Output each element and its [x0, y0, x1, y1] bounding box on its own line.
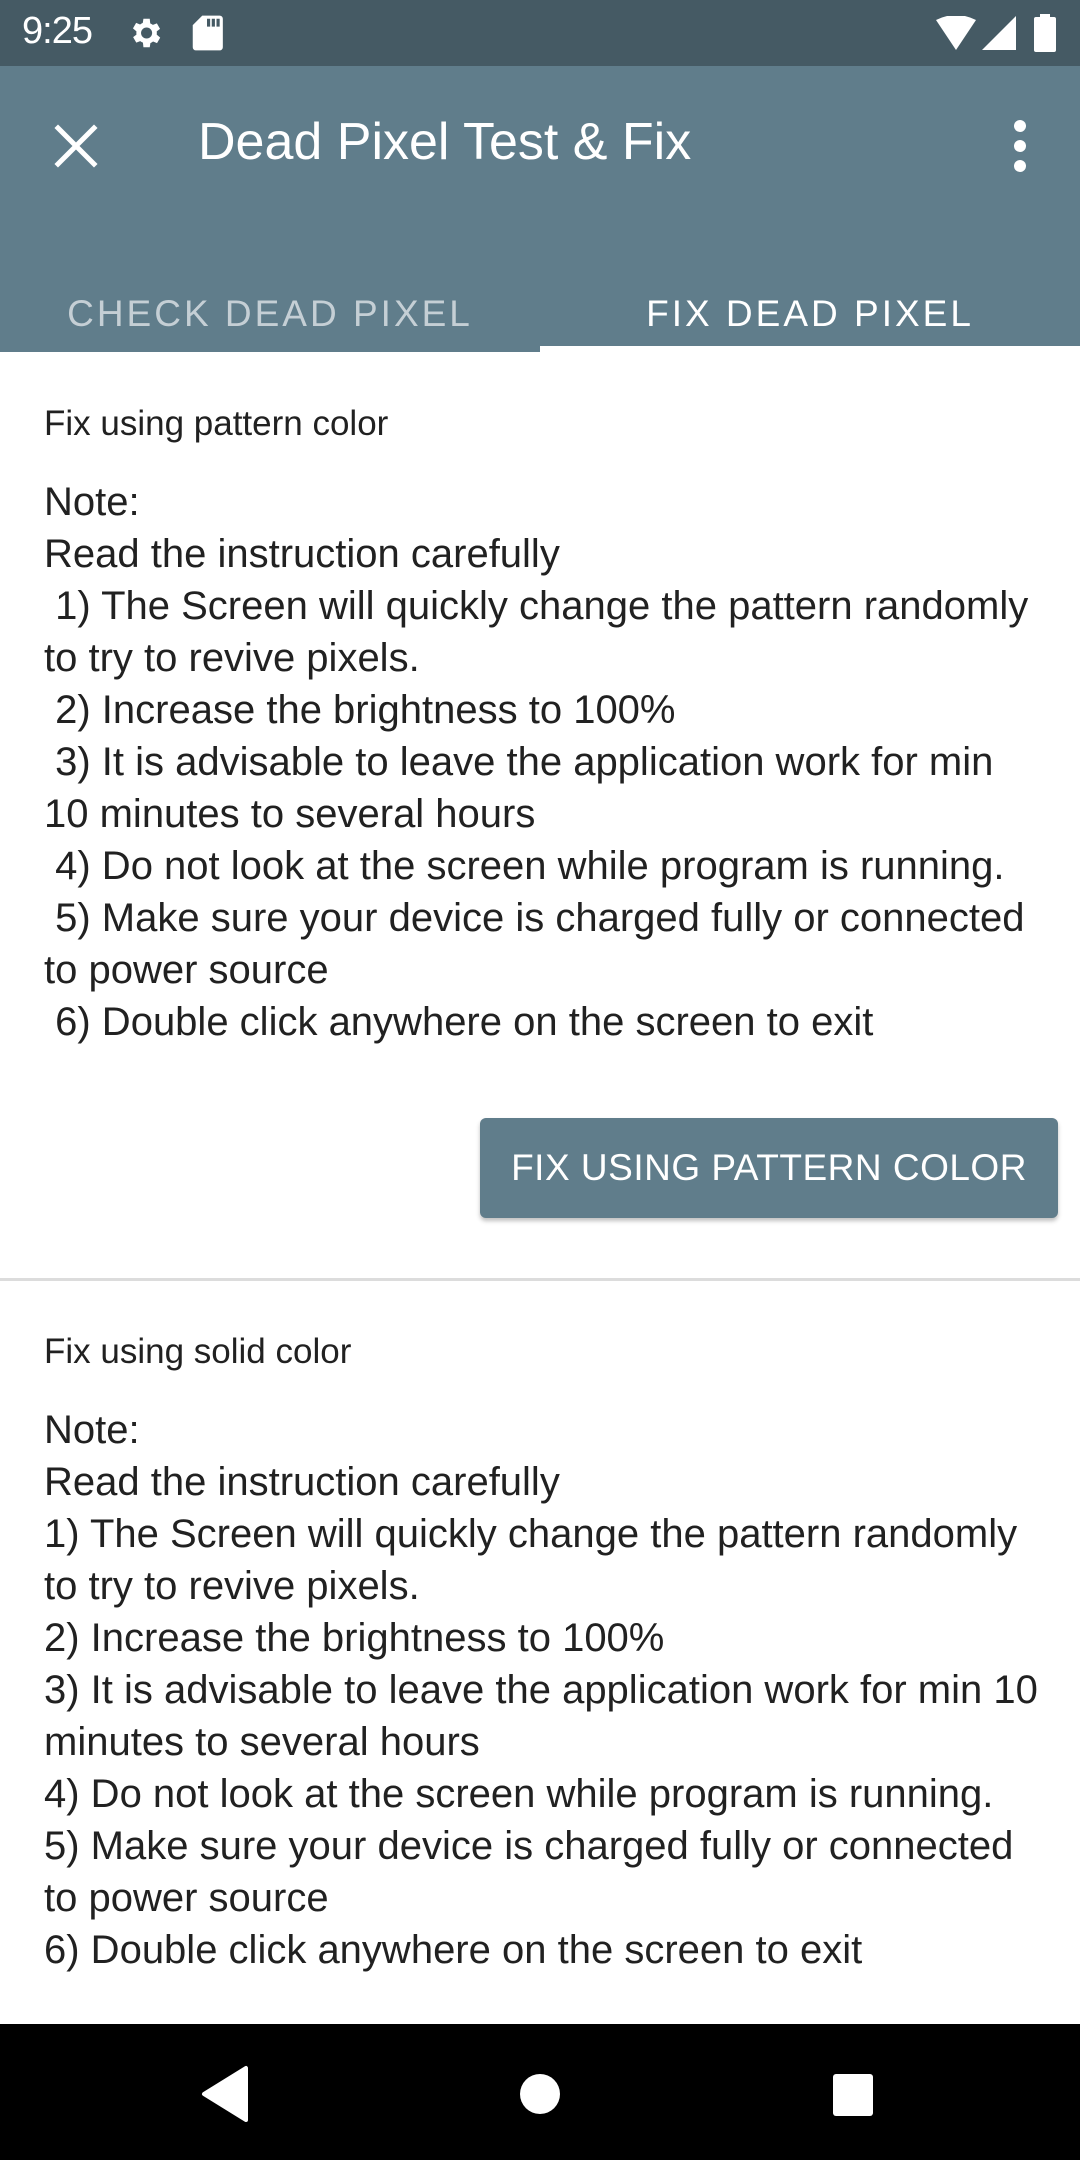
status-bar: 9:25 [0, 0, 1080, 66]
tab-check-dead-pixel[interactable]: CHECK DEAD PIXEL [0, 244, 540, 352]
app-bar: Dead Pixel Test & Fix CHECK DEAD PIXEL F… [0, 66, 1080, 352]
sd-card-icon [190, 14, 224, 57]
pattern-instructions: Note: Read the instruction carefully 1) … [44, 480, 1029, 1044]
section-divider [0, 1278, 1080, 1281]
app-title: Dead Pixel Test & Fix [198, 113, 692, 171]
tab-fix-dead-pixel[interactable]: FIX DEAD PIXEL [540, 244, 1080, 352]
section-label-solid: Fix using solid color [44, 1332, 352, 1371]
fix-dead-pixel-content[interactable]: Fix using pattern color Note: Read the i… [0, 352, 1080, 2024]
more-vert-icon [1014, 120, 1026, 172]
fix-using-pattern-color-button[interactable]: FIX USING PATTERN COLOR [480, 1118, 1058, 1218]
section-label-pattern: Fix using pattern color [44, 404, 389, 443]
cell-signal-icon [982, 16, 1016, 57]
battery-icon [1034, 14, 1056, 57]
close-icon [54, 124, 98, 168]
status-time: 9:25 [22, 10, 93, 52]
recents-icon [833, 2074, 873, 2116]
home-button[interactable] [505, 2064, 575, 2124]
system-nav-bar [0, 2024, 1080, 2160]
home-icon [520, 2074, 560, 2114]
tab-label: CHECK DEAD PIXEL [67, 293, 473, 334]
back-icon [202, 2066, 248, 2122]
back-button[interactable] [190, 2064, 260, 2124]
close-button[interactable] [46, 116, 106, 176]
wifi-icon [936, 15, 976, 57]
tab-label: FIX DEAD PIXEL [646, 293, 974, 334]
settings-icon [126, 14, 164, 57]
solid-instructions: Note: Read the instruction carefully 1) … [44, 1408, 1038, 1972]
recents-button[interactable] [817, 2064, 887, 2124]
more-options-button[interactable] [992, 116, 1048, 176]
